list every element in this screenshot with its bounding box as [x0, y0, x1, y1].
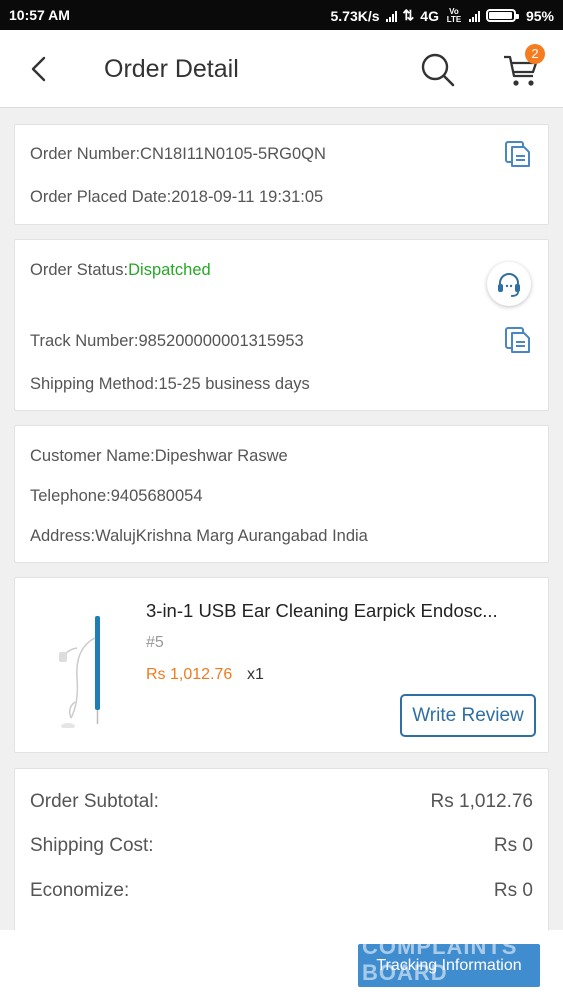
address-row: Address:WalujKrishna Marg Aurangabad Ind…	[30, 527, 368, 546]
battery-icon	[485, 9, 519, 22]
search-icon[interactable]	[420, 52, 456, 88]
economize-label: Economize:	[30, 880, 130, 901]
shipping-cost-value: Rs 0	[493, 835, 533, 856]
shipping-method-label: Shipping Method:	[30, 375, 159, 393]
headset-icon	[498, 273, 520, 297]
product-price: Rs 1,012.76	[146, 666, 233, 683]
back-arrow-icon[interactable]	[26, 54, 54, 84]
product-variant: #5	[146, 634, 164, 651]
order-number-row: Order Number:CN18I11N0105-5RG0QN	[30, 145, 326, 164]
write-review-button[interactable]: Write Review	[400, 694, 536, 737]
order-number-label: Order Number:	[30, 145, 141, 163]
order-status-label: Order Status:	[30, 261, 129, 279]
track-number-row: Track Number:985200000001315953	[30, 332, 304, 351]
order-info-card: Order Number:CN18I11N0105-5RG0QN Order P…	[14, 124, 549, 225]
product-image[interactable]	[51, 608, 131, 728]
shipping-cost-label: Shipping Cost:	[30, 835, 154, 856]
shipping-method-row: Shipping Method:15-25 business days	[30, 375, 310, 394]
order-date-row: Order Placed Date:2018-09-11 19:31:05	[30, 188, 323, 207]
network-type: 4G	[420, 7, 439, 24]
order-date-value: 2018-09-11 19:31:05	[171, 188, 324, 206]
track-number-value: 985200000001315953	[138, 332, 304, 350]
battery-level: 95%	[525, 7, 554, 24]
address-label: Address:	[30, 527, 96, 545]
product-card[interactable]: 3-in-1 USB Ear Cleaning Earpick Endosc..…	[14, 577, 549, 753]
subtotal-value: Rs 1,012.76	[430, 791, 533, 812]
order-number-value: CN18I11N0105-5RG0QN	[140, 145, 326, 163]
shipping-cost-row: Shipping Cost: Rs 0	[30, 835, 533, 857]
data-arrows-icon: ⇅	[402, 7, 415, 23]
status-time: 10:57 AM	[9, 7, 70, 23]
signal-icon-2	[468, 10, 480, 22]
copy-icon[interactable]	[503, 139, 533, 169]
telephone-label: Telephone:	[30, 487, 111, 505]
watermark-logo: COMPLAINTS BOARD	[362, 934, 518, 985]
order-status-value: Dispatched	[128, 261, 211, 279]
subtotal-row: Order Subtotal: Rs 1,012.76	[30, 791, 533, 813]
bottom-bar: Tracking Information COMPLAINTS BOARD	[0, 930, 563, 1000]
page-title: Order Detail	[104, 55, 239, 83]
shipping-method-value: 15-25 business days	[158, 375, 310, 393]
customer-name-value: Dipeshwar Raswe	[154, 447, 288, 465]
telephone-row: Telephone:9405680054	[30, 487, 203, 506]
signal-icon	[385, 10, 397, 22]
customer-card: Customer Name:Dipeshwar Raswe Telephone:…	[14, 425, 549, 563]
customer-service-button[interactable]	[487, 262, 531, 306]
order-status-row: Order Status:Dispatched	[30, 261, 211, 280]
telephone-value: 9405680054	[110, 487, 203, 505]
economize-row: Economize: Rs 0	[30, 880, 533, 902]
track-number-label: Track Number:	[30, 332, 139, 350]
cart-count-badge: 2	[525, 44, 545, 64]
order-date-label: Order Placed Date:	[30, 188, 172, 206]
volte-label: Vo LTE	[446, 6, 462, 24]
product-quantity: x1	[247, 666, 264, 683]
economize-value: Rs 0	[493, 880, 533, 901]
subtotal-label: Order Subtotal:	[30, 791, 159, 812]
customer-name-label: Customer Name:	[30, 447, 155, 465]
copy-track-icon[interactable]	[503, 325, 533, 355]
product-name[interactable]: 3-in-1 USB Ear Cleaning Earpick Endosc..…	[146, 600, 531, 622]
status-bar: 10:57 AM 5.73K/s ⇅ 4G Vo LTE 95%	[0, 0, 563, 30]
status-indicators: 5.73K/s ⇅ 4G Vo LTE 95%	[331, 7, 555, 24]
network-speed: 5.73K/s	[330, 7, 380, 24]
customer-name-row: Customer Name:Dipeshwar Raswe	[30, 447, 288, 466]
app-bar: Order Detail 2	[0, 30, 563, 108]
shipment-card: Order Status:Dispatched Track Number:985…	[14, 239, 549, 411]
address-value: WalujKrishna Marg Aurangabad India	[95, 527, 368, 545]
